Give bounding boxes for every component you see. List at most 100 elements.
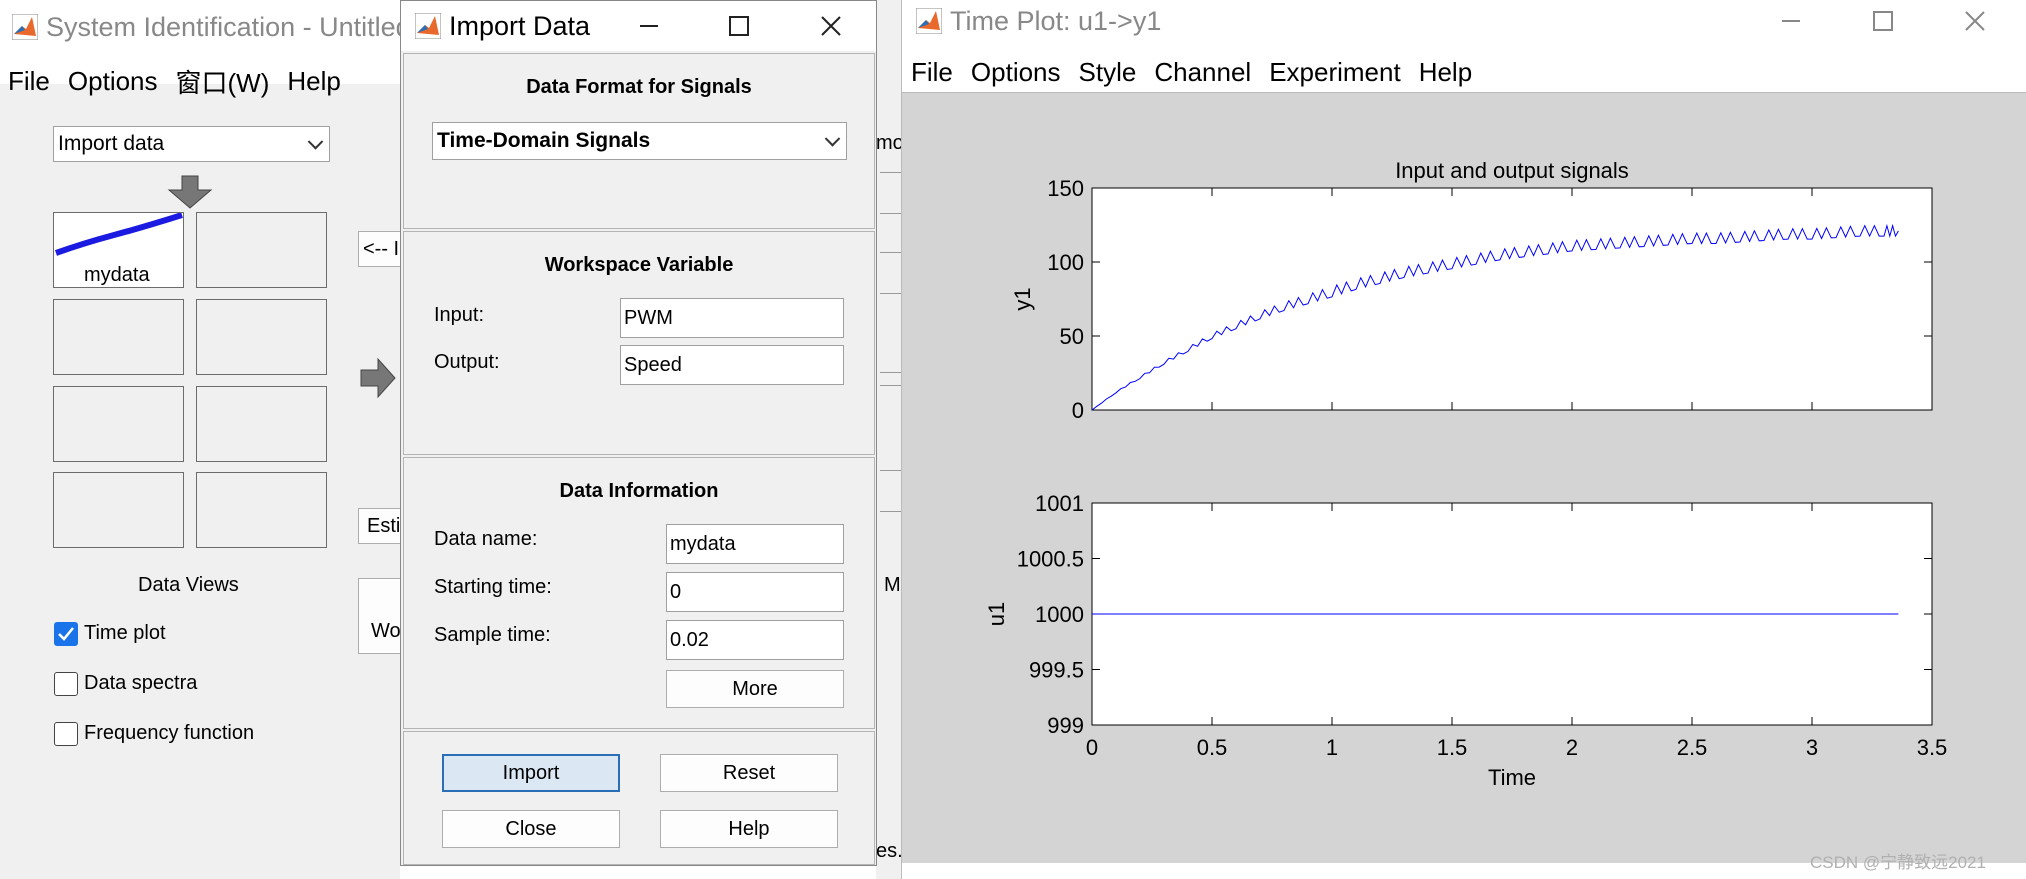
menu-options[interactable]: Options	[68, 66, 158, 97]
help-button[interactable]: Help	[660, 810, 838, 848]
info-heading: Data Information	[559, 480, 719, 502]
strip-divider	[880, 172, 901, 214]
sysid-window: System Identification - Untitled File Op…	[0, 0, 418, 879]
sysid-titlebar[interactable]: System Identification - Untitled	[0, 8, 411, 46]
m-edge-label: M	[884, 574, 901, 596]
y-tick-label: 999.5	[1029, 658, 1084, 683]
sysid-title: System Identification - Untitled	[46, 11, 411, 42]
menu-options[interactable]: Options	[971, 57, 1061, 88]
chevron-down-icon	[824, 131, 841, 147]
down-arrow-icon	[167, 175, 213, 209]
y-tick-label: 1000.5	[1017, 547, 1084, 572]
timeplot-menubar: File Options Style Channel Experiment He…	[902, 52, 2026, 92]
import-data-dialog: Import Data Data Format for Signals Time…	[400, 0, 877, 866]
sample-time-label: Sample time:	[434, 624, 551, 646]
close-window-button[interactable]	[801, 1, 861, 51]
data-tile-mydata[interactable]: mydata	[53, 212, 184, 288]
chevron-down-icon	[307, 134, 324, 150]
minimize-icon	[1782, 20, 1800, 22]
y-tick-label: 0	[1072, 398, 1084, 423]
mydata-label: mydata	[84, 264, 150, 286]
close-button[interactable]: Close	[442, 810, 620, 848]
reset-button[interactable]: Reset	[660, 754, 838, 792]
data-tile-empty[interactable]	[53, 299, 184, 375]
time-plot-checkbox[interactable]	[54, 622, 78, 646]
y-tick-label: 150	[1047, 176, 1084, 201]
data-spectra-checkbox[interactable]	[54, 672, 78, 696]
time-plot-label: Time plot	[84, 622, 166, 644]
menu-style[interactable]: Style	[1079, 57, 1137, 88]
menu-window[interactable]: 窗口(W)	[176, 63, 270, 100]
starting-time-label: Starting time:	[434, 576, 552, 598]
input-label: Input:	[434, 304, 485, 326]
y-tick-label: 1001	[1035, 491, 1084, 516]
menu-file[interactable]: File	[8, 66, 50, 97]
menu-help[interactable]: Help	[1419, 57, 1472, 88]
menu-file[interactable]: File	[911, 57, 953, 88]
minimize-icon	[640, 25, 658, 27]
menu-experiment[interactable]: Experiment	[1269, 57, 1401, 88]
x-tick-label: 0	[1086, 735, 1098, 760]
sample-time-field[interactable]: 0.02	[666, 620, 844, 660]
y-axis-label: y1	[1010, 287, 1035, 310]
model-edge-label: mo	[876, 132, 904, 154]
close-window-button[interactable]	[1945, 0, 2005, 42]
more-button[interactable]: More	[666, 670, 844, 708]
minimize-button[interactable]	[619, 1, 679, 51]
data-tile-empty[interactable]	[196, 472, 327, 548]
working-data-label: Wo	[371, 619, 401, 642]
import-button[interactable]: Import	[442, 754, 620, 792]
menu-help[interactable]: Help	[287, 66, 340, 97]
maximize-button[interactable]	[709, 1, 769, 51]
x-tick-label: 2	[1566, 735, 1578, 760]
import-data-select[interactable]: Import data	[53, 126, 330, 162]
maximize-button[interactable]	[1853, 0, 1913, 42]
right-arrow-icon	[360, 357, 396, 399]
workspace-panel: Workspace Variable Input: PWM Output: Sp…	[403, 231, 875, 455]
format-select[interactable]: Time-Domain Signals	[432, 122, 847, 160]
input-variable-field[interactable]: PWM	[620, 298, 844, 338]
matlab-logo-icon	[916, 8, 942, 34]
data-spectra-label: Data spectra	[84, 672, 198, 694]
y-tick-label: 50	[1060, 324, 1084, 349]
import-titlebar[interactable]: Import Data	[401, 1, 876, 51]
plot-area: 0 50 100 150 Input and output signals y1 0 0.5 1…	[902, 92, 2026, 863]
time-plot-window: Time Plot: u1->y1 File Options Style Cha…	[901, 0, 2026, 879]
menu-channel[interactable]: Channel	[1154, 57, 1251, 88]
plot-title: Input and output signals	[1395, 158, 1629, 183]
sysid-window-strip: mo M es.	[876, 0, 904, 879]
y-tick-label: 999	[1047, 713, 1084, 738]
data-tile-empty[interactable]	[196, 212, 327, 288]
close-icon	[821, 16, 841, 36]
strip-divider	[880, 470, 901, 512]
time-plot-figure: 0 50 100 150 Input and output signals y1 0 0.5 1…	[984, 158, 1947, 790]
frequency-function-label: Frequency function	[84, 722, 255, 744]
data-tile-empty[interactable]	[196, 299, 327, 375]
y-axis-label: u1	[984, 602, 1009, 626]
y-tick-label: 1000	[1035, 602, 1084, 627]
sysid-menubar: File Options 窗口(W) Help	[0, 61, 400, 101]
minimize-button[interactable]	[1761, 0, 1821, 42]
starting-time-field[interactable]: 0	[666, 572, 844, 612]
x-tick-label: 1.5	[1437, 735, 1468, 760]
buttons-panel: Import Reset Close Help	[403, 731, 875, 865]
import-data-select-value: Import data	[58, 132, 165, 155]
strip-divider	[880, 372, 901, 386]
import-title: Import Data	[449, 10, 591, 41]
x-axis-label: Time	[1488, 765, 1536, 790]
y-tick-label: 100	[1047, 250, 1084, 275]
output-variable-field[interactable]: Speed	[620, 345, 844, 385]
matlab-logo-icon	[12, 14, 38, 40]
data-tile-empty[interactable]	[53, 472, 184, 548]
timeplot-titlebar[interactable]: Time Plot: u1->y1	[902, 0, 2026, 42]
close-icon	[1965, 11, 1985, 31]
data-tile-empty[interactable]	[196, 386, 327, 462]
frequency-function-checkbox[interactable]	[54, 722, 78, 746]
maximize-icon	[1873, 11, 1893, 31]
data-name-field[interactable]: mydata	[666, 524, 844, 564]
data-tile-empty[interactable]	[53, 386, 184, 462]
data-views-label: Data Views	[138, 574, 239, 596]
format-select-value: Time-Domain Signals	[437, 129, 651, 152]
strip-divider	[880, 252, 901, 294]
output-label: Output:	[434, 351, 500, 373]
